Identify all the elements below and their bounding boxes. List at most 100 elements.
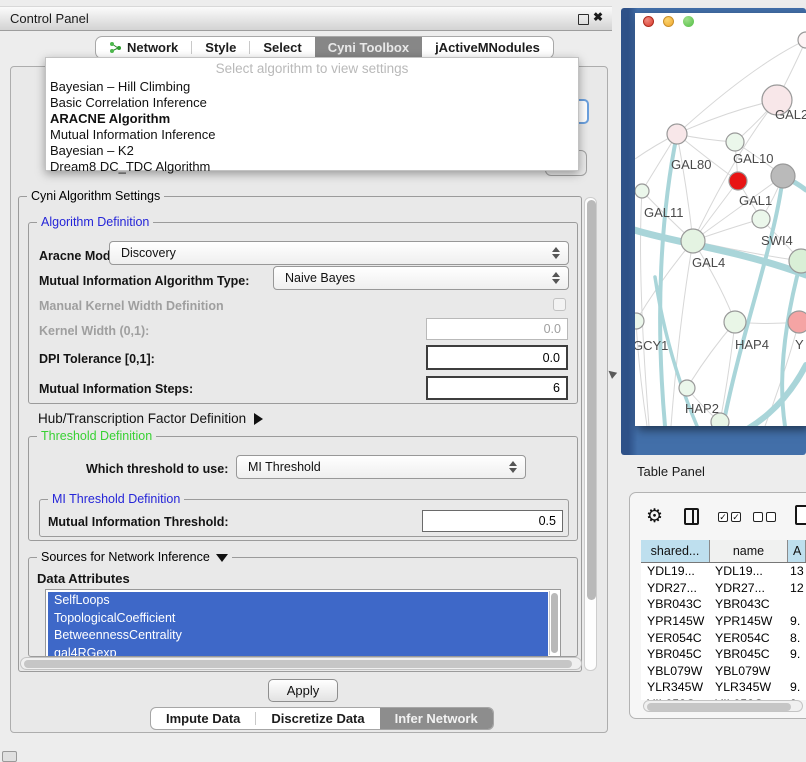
dropdown-item[interactable]: Bayesian – Hill Climbing — [50, 79, 190, 94]
table-row[interactable]: YBR045CYBR045C9. — [641, 646, 806, 663]
table-row[interactable]: YDR27...YDR27...12 — [641, 580, 806, 597]
cell[interactable]: YBL079W — [641, 664, 709, 678]
dropdown-item[interactable]: Bayesian – K2 — [50, 143, 134, 158]
table-row[interactable]: YPR145WYPR145W9. — [641, 613, 806, 630]
bottom-tabs: Impute Data Discretize Data Infer Networ… — [150, 707, 494, 730]
column-header-partial[interactable]: A — [788, 540, 806, 562]
cell[interactable]: YLR345W — [709, 680, 786, 694]
mi-steps-input[interactable]: 6 — [426, 376, 568, 400]
cell[interactable]: YBR043C — [709, 597, 786, 611]
settings-hscrollbar-thumb[interactable] — [24, 660, 572, 668]
table-row[interactable]: YER054CYER054C8. — [641, 629, 806, 646]
network-node-hap4[interactable] — [724, 311, 746, 333]
tab-discretize-data[interactable]: Discretize Data — [256, 708, 379, 729]
network-node-red[interactable] — [729, 172, 747, 190]
dropdown-item[interactable]: Dream8 DC_TDC Algorithm — [50, 159, 210, 174]
aracne-mode-select[interactable]: Discovery — [109, 241, 569, 265]
table-row[interactable]: YBR043CYBR043C — [641, 596, 806, 613]
hub-definition-expander[interactable]: Hub/Transcription Factor Definition — [38, 411, 263, 426]
tab-network-label: Network — [127, 40, 178, 55]
cell[interactable]: 8. — [786, 631, 806, 645]
settings-scrollbar-thumb[interactable] — [587, 200, 596, 600]
attribute-item[interactable]: TopologicalCoefficient — [48, 610, 548, 628]
panel-title: Control Panel — [10, 11, 89, 26]
gear-icon[interactable]: ⚙ — [646, 505, 663, 528]
column-header-shared[interactable]: shared... — [641, 540, 710, 562]
float-icon[interactable] — [578, 14, 589, 25]
cell[interactable]: YBL079W — [709, 664, 786, 678]
expand-right-icon — [254, 413, 263, 425]
cell[interactable]: YER054C — [641, 631, 709, 645]
cell[interactable]: 13 — [786, 564, 806, 578]
tab-cyni-toolbox-label: Cyni Toolbox — [328, 40, 409, 55]
attribute-item[interactable]: gal4RGexp — [48, 645, 548, 658]
spinner-arrows-icon — [552, 272, 560, 284]
settings-horizontal-scrollbar[interactable] — [20, 657, 582, 670]
close-icon[interactable]: ✖ — [593, 10, 603, 24]
network-node-gal10[interactable] — [726, 133, 744, 151]
cell[interactable]: YDL19... — [709, 564, 786, 578]
cell[interactable]: YBR045C — [709, 647, 786, 661]
tab-select[interactable]: Select — [250, 37, 314, 58]
cell[interactable]: YPR145W — [709, 614, 786, 628]
data-attributes-label: Data Attributes — [37, 571, 130, 586]
table-panel-title: Table Panel — [637, 464, 705, 479]
cell[interactable]: YDR27... — [709, 581, 786, 595]
column-header-name[interactable]: name — [710, 540, 788, 562]
network-node-gal4[interactable] — [681, 229, 705, 253]
cell[interactable]: YBR045C — [641, 647, 709, 661]
cell[interactable]: 12 — [786, 581, 806, 595]
network-node-gal1[interactable] — [752, 210, 770, 228]
tab-style[interactable]: Style — [192, 37, 249, 58]
list-scrollbar[interactable] — [549, 591, 559, 655]
cell[interactable]: YDR27... — [641, 581, 709, 595]
dropdown-item[interactable]: Basic Correlation Inference — [50, 95, 207, 110]
mi-threshold-input[interactable]: 0.5 — [422, 510, 563, 532]
settings-vertical-scrollbar[interactable] — [584, 197, 597, 671]
which-threshold-select[interactable]: MI Threshold — [236, 455, 526, 479]
node-label: HAP4 — [735, 337, 769, 352]
sources-title[interactable]: Sources for Network Inference — [37, 550, 232, 564]
attribute-item[interactable]: SelfLoops — [48, 592, 548, 610]
table-row[interactable]: YBL079WYBL079W — [641, 663, 806, 680]
network-canvas[interactable]: GAL2 GAL80 GAL10 GAL1 GAL11 GAL4 SWI4 GC… — [635, 13, 806, 426]
control-panel-titlebar: Control Panel ✖ — [0, 6, 612, 31]
network-node-gal11[interactable] — [635, 184, 649, 198]
split-columns-icon[interactable] — [684, 508, 699, 525]
network-node[interactable] — [798, 32, 806, 48]
cell[interactable]: 9. — [786, 647, 806, 661]
threshold-definition-group: Threshold Definition Which threshold to … — [28, 436, 578, 541]
tab-jactivemnodules[interactable]: jActiveMNodules — [422, 37, 553, 58]
apply-button[interactable]: Apply — [268, 679, 338, 702]
checked-checkbox-icon[interactable]: ✓ — [731, 512, 741, 522]
cell[interactable]: YER054C — [709, 631, 786, 645]
attribute-item[interactable]: BetweennessCentrality — [48, 627, 548, 645]
tab-impute-data[interactable]: Impute Data — [151, 708, 255, 729]
tab-infer-network[interactable]: Infer Network — [380, 708, 493, 729]
tab-network[interactable]: Network — [96, 37, 191, 58]
network-node-hap2[interactable] — [679, 380, 695, 396]
cell[interactable]: YDL19... — [641, 564, 709, 578]
network-node-y[interactable] — [788, 311, 806, 333]
list-scrollbar-thumb[interactable] — [551, 593, 558, 653]
checked-checkbox-icon[interactable]: ✓ — [718, 512, 728, 522]
cell[interactable]: YBR043C — [641, 597, 709, 611]
dropdown-item[interactable]: Mutual Information Inference — [50, 127, 215, 142]
mi-type-select[interactable]: Naive Bayes — [273, 266, 569, 290]
table-row[interactable]: YLR345WYLR345W9. — [641, 679, 806, 696]
unchecked-checkbox-icon[interactable] — [766, 512, 776, 522]
cell[interactable]: 9. — [786, 680, 806, 694]
cell[interactable]: 9. — [786, 614, 806, 628]
unchecked-checkbox-icon[interactable] — [753, 512, 763, 522]
table-row[interactable]: YDL19...YDL19...13 — [641, 563, 806, 580]
table-horizontal-scrollbar[interactable] — [643, 700, 803, 712]
cell[interactable]: YPR145W — [641, 614, 709, 628]
dpi-tolerance-input[interactable]: 0.0 — [426, 345, 568, 370]
dropdown-item-selected[interactable]: ARACNE Algorithm — [50, 111, 170, 126]
tab-cyni-toolbox[interactable]: Cyni Toolbox — [315, 37, 422, 58]
network-node-gray[interactable] — [771, 164, 795, 188]
cell[interactable]: YLR345W — [641, 680, 709, 694]
network-node-gal80[interactable] — [667, 124, 687, 144]
page-icon[interactable] — [795, 505, 806, 525]
table-hscrollbar-thumb[interactable] — [647, 703, 791, 711]
